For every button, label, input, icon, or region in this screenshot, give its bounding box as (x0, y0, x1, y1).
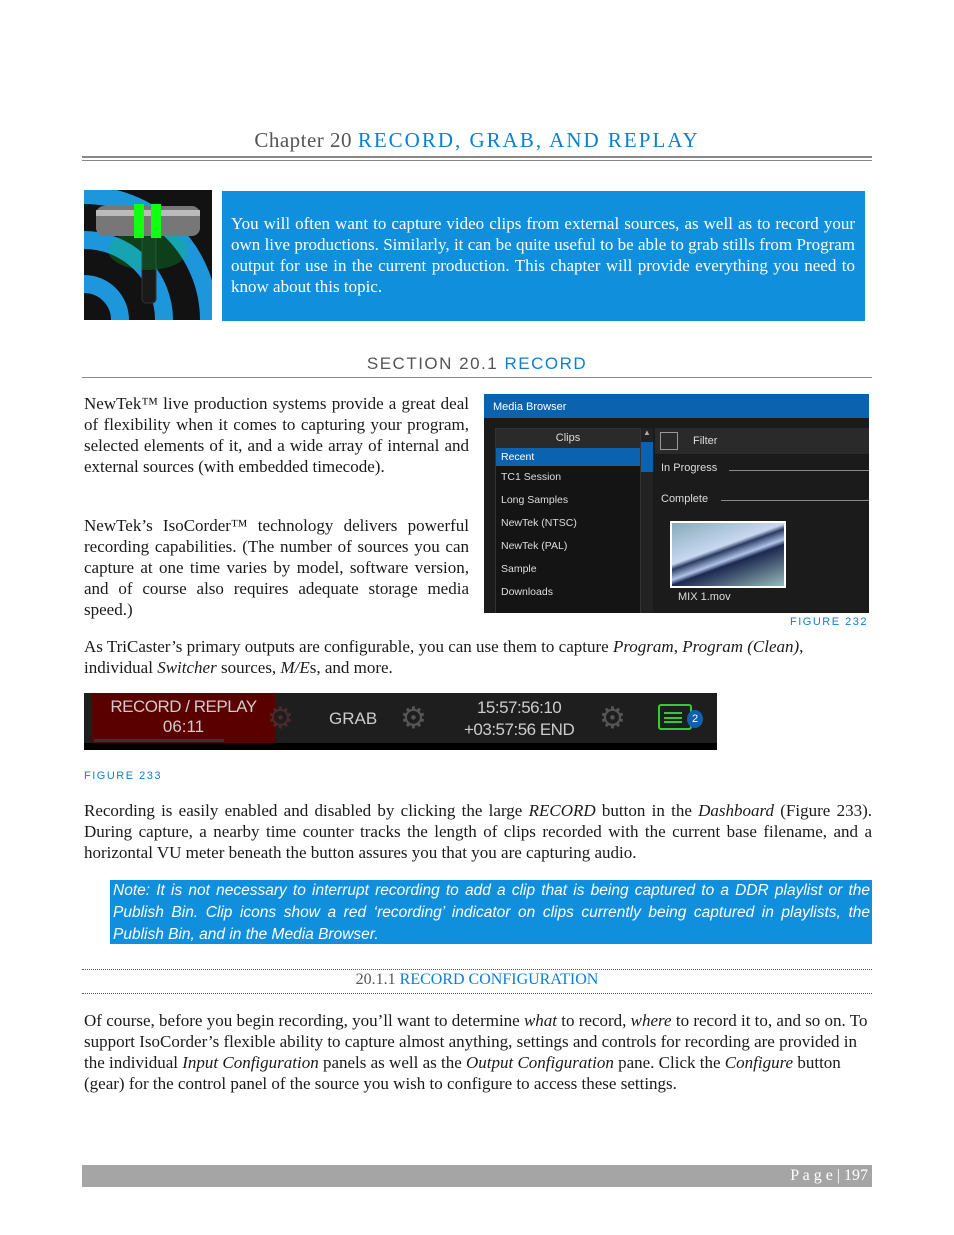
grab-button[interactable]: GRAB (329, 709, 377, 729)
emphasis: where (630, 1011, 672, 1030)
section-label: SECTION 20.1 (366, 354, 499, 373)
emphasis: M/E (280, 658, 310, 677)
text-run: Recording is easily enabled and disabled… (84, 801, 529, 820)
paragraph: Of course, before you begin recording, y… (84, 1010, 872, 1094)
divider (82, 969, 872, 970)
emphasis: what (523, 1011, 558, 1030)
timecode-display[interactable]: 15:57:56:10 +03:57:56 END (464, 697, 575, 741)
emphasis: Configure (724, 1053, 794, 1072)
record-label: RECORD / REPLAY (110, 697, 257, 716)
media-browser-title: Media Browser (484, 394, 869, 418)
paragraph: Recording is easily enabled and disabled… (84, 800, 872, 863)
clip-bin-item[interactable]: Recent (496, 448, 640, 466)
paragraph: NewTek’s IsoCorder™ technology delivers … (84, 516, 469, 619)
page-number: 197 (844, 1167, 868, 1184)
section-title: RECORD (504, 354, 588, 373)
document-page: Chapter 20 RECORD, GRAB, AND REPLAY You … (0, 0, 954, 1235)
divider (729, 470, 869, 471)
section-heading: SECTION 20.1 RECORD (0, 354, 954, 374)
paragraph: NewTek™ live production systems provide … (84, 394, 469, 476)
chapter-title: RECORD, GRAB, AND REPLAY (357, 128, 700, 152)
gear-icon[interactable]: ⚙ (400, 701, 427, 736)
clip-bin-item[interactable]: TC1 Session (496, 466, 640, 489)
filter-bar[interactable]: Filter (655, 428, 869, 454)
text-run: s, and more. (309, 658, 393, 677)
record-time: 06:11 (162, 717, 205, 736)
header-rule (82, 156, 872, 161)
text-run: button in the (595, 801, 699, 820)
subsection-label: 20.1.1 (355, 971, 396, 988)
divider (721, 500, 869, 501)
divider (82, 993, 872, 994)
note-box: Note: It is not necessary to interrupt r… (110, 880, 872, 944)
remaining-time: +03:57:56 END (464, 720, 575, 739)
text-run: pane. Click the (613, 1053, 725, 1072)
clip-bin-item[interactable]: NewTek (PAL) (496, 535, 640, 558)
emphasis: Switcher (157, 658, 217, 677)
clip-bin-item[interactable]: Long Samples (496, 489, 640, 512)
gear-icon[interactable]: ⚙ (267, 701, 294, 736)
clip-bin-item[interactable]: Sample (496, 558, 640, 581)
chapter-number: Chapter 20 (254, 128, 353, 152)
clip-thumbnail[interactable] (670, 521, 786, 588)
emphasis: Output Configuration (466, 1053, 614, 1072)
page-label: P a g e (790, 1167, 833, 1184)
text-run: Of course, before you begin recording, y… (84, 1011, 524, 1030)
emphasis: Dashboard (698, 801, 775, 820)
clip-bin-item[interactable]: NewTek (NTSC) (496, 512, 640, 535)
complete-label: Complete (661, 493, 709, 505)
filter-cursor-icon (660, 432, 678, 450)
figure-caption: FIGURE 233 (84, 770, 162, 782)
text-run: , (673, 637, 683, 656)
figure-caption: FIGURE 232 (790, 616, 868, 628)
emphasis: Input Configuration (182, 1053, 319, 1072)
scrollbar[interactable]: ▲ (641, 428, 653, 613)
intro-box: You will often want to capture video cli… (222, 191, 865, 321)
text-run: to record, (557, 1011, 631, 1030)
subsection-heading: 20.1.1 RECORD CONFIGURATION (0, 971, 954, 989)
in-progress-label: In Progress (661, 462, 718, 474)
vu-meter (94, 739, 224, 742)
text-run: As TriCaster’s primary outputs are confi… (84, 637, 613, 656)
emphasis: RECORD (528, 801, 596, 820)
media-browser-figure: Media Browser Clips Recent TC1 Session Lon… (484, 394, 869, 613)
paragraph: As TriCaster’s primary outputs are confi… (84, 636, 804, 678)
notification-badge: 2 (687, 710, 703, 728)
record-replay-button[interactable]: RECORD / REPLAY 06:11 (91, 693, 276, 743)
gear-icon[interactable]: ⚙ (599, 701, 626, 736)
filter-label: Filter (693, 435, 718, 447)
page-footer: P a g e | 197 (82, 1165, 872, 1187)
time-of-day: 15:57:56:10 (476, 698, 562, 717)
clips-panel: Clips Recent TC1 Session Long Samples NewTe… (495, 428, 641, 613)
section-rule (82, 377, 872, 378)
text-run: panels as well as the (318, 1053, 466, 1072)
clip-name: MIX 1.mov (678, 591, 731, 603)
text-run: sources, (216, 658, 281, 677)
clip-bin-item[interactable]: Downloads (496, 581, 640, 604)
chapter-icon (84, 190, 212, 320)
emphasis: Program (612, 637, 674, 656)
chapter-heading: Chapter 20 RECORD, GRAB, AND REPLAY (0, 128, 954, 153)
emphasis: Program (Clean) (682, 637, 800, 656)
clips-header: Clips (496, 429, 640, 448)
subsection-title: RECORD CONFIGURATION (399, 971, 599, 988)
dashboard-figure: RECORD / REPLAY 06:11 ⚙ GRAB ⚙ 15:57:56:… (84, 693, 717, 750)
